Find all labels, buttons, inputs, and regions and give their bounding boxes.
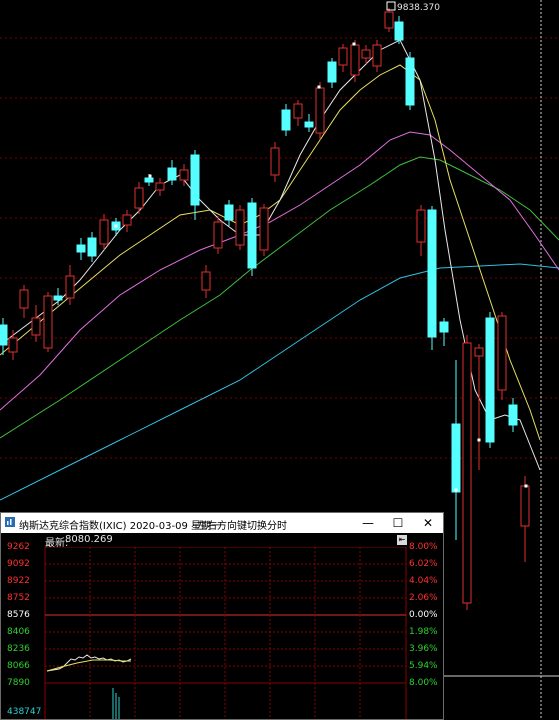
price-tick-label: 438747 <box>7 707 42 717</box>
percent-tick-label: 6.02% <box>409 559 438 569</box>
price-tick-label: 9092 <box>7 559 30 569</box>
event-marker <box>454 488 458 492</box>
percent-tick-label: 4.04% <box>409 576 438 586</box>
candle-body <box>439 321 449 333</box>
back-arrow-icon[interactable]: ⇤ <box>397 535 407 545</box>
latest-price-row: 最新: 8080.269 <box>1 533 443 549</box>
latest-value: 8080.269 <box>65 534 113 545</box>
ma60-line <box>0 263 559 501</box>
ma30-line <box>0 156 559 439</box>
candle-body <box>416 209 426 243</box>
event-marker <box>352 42 356 46</box>
candle-body <box>327 61 337 83</box>
candle-body <box>474 347 484 357</box>
percent-tick-label: 8.00% <box>409 678 438 688</box>
high-price-label: 9838.370 <box>397 3 440 13</box>
candle-body <box>315 87 325 134</box>
candle-body <box>350 44 360 76</box>
minimize-button[interactable]: — <box>353 513 383 533</box>
candle-body <box>497 315 507 391</box>
candle-body <box>451 423 461 493</box>
candle-body <box>259 207 269 251</box>
percent-tick-label: 2.06% <box>409 593 438 603</box>
candle-body <box>213 221 223 249</box>
price-tick-label: 8066 <box>7 661 30 671</box>
candle-body <box>0 324 8 346</box>
candle-body <box>65 275 75 299</box>
event-marker <box>524 484 528 488</box>
price-tick-label: 8576 <box>7 610 30 620</box>
candle-body <box>427 209 437 338</box>
price-tick-label: 8922 <box>7 576 30 586</box>
intraday-grid <box>44 547 407 719</box>
percent-tick-label: 3.96% <box>409 644 438 654</box>
price-tick-label: 8406 <box>7 627 30 637</box>
candle-body <box>122 214 132 226</box>
candle-body <box>87 237 97 257</box>
intraday-popup-window[interactable]: 纳斯达克综合指数(IXIC) 2020-03-09 星期一 左右方向键切换分时 … <box>0 512 444 720</box>
candle-body <box>144 177 154 183</box>
price-tick-label: 9262 <box>7 542 30 552</box>
candle-body <box>520 485 530 527</box>
popup-title: 纳斯达克综合指数(IXIC) 2020-03-09 星期一 <box>19 521 222 532</box>
maximize-button[interactable]: ☐ <box>383 513 413 533</box>
candle-body <box>394 21 404 41</box>
candle-body <box>99 219 109 245</box>
event-marker <box>114 224 118 228</box>
candle-body <box>76 244 86 253</box>
candle-body <box>338 47 348 66</box>
price-tick-label: 8236 <box>7 644 30 654</box>
candle-body <box>224 204 234 221</box>
high-marker-box <box>386 1 396 11</box>
candle-body <box>43 295 53 349</box>
candle-body <box>372 44 382 67</box>
candle-body <box>304 121 314 128</box>
candle-body <box>361 49 371 59</box>
volume-bars <box>112 688 120 719</box>
candle-body <box>201 271 211 291</box>
candle-body <box>8 337 18 353</box>
candle-body <box>155 182 165 191</box>
percent-tick-label: 8.00% <box>409 542 438 552</box>
percent-tick-label: 1.98% <box>409 627 438 637</box>
candle-body <box>508 404 518 426</box>
candle-body <box>53 295 63 301</box>
price-tick-label: 7890 <box>7 678 30 688</box>
candle-body <box>462 342 472 604</box>
candle-body <box>405 57 415 106</box>
candle-body <box>179 169 189 181</box>
candle-body <box>190 154 200 206</box>
candle-body <box>19 289 29 309</box>
candle-body <box>235 209 245 246</box>
candle-body <box>384 11 394 29</box>
candle-body <box>270 147 280 176</box>
chart-app-icon <box>5 517 15 527</box>
candle-body <box>281 109 291 131</box>
popup-titlebar[interactable]: 纳斯达克综合指数(IXIC) 2020-03-09 星期一 左右方向键切换分时 … <box>1 513 443 533</box>
popup-hint: 左右方向键切换分时 <box>197 521 287 532</box>
candle-body <box>485 317 495 443</box>
intraday-price-line <box>46 654 132 672</box>
candle-body <box>134 187 144 209</box>
event-marker <box>477 438 481 442</box>
intraday-chart: 9262 9092 8922 8752 8576 8406 8236 8066 7890 4387… <box>1 542 443 719</box>
candle-body <box>31 317 41 336</box>
event-marker <box>317 85 321 89</box>
candle-body <box>293 103 303 119</box>
candle-body <box>247 202 257 269</box>
price-tick-label: 8752 <box>7 593 30 603</box>
candle-body <box>167 167 177 181</box>
percent-tick-label: 0.00% <box>409 610 438 620</box>
close-button[interactable]: ✕ <box>413 513 443 533</box>
percent-tick-label: 5.94% <box>409 661 438 671</box>
event-marker <box>148 174 152 178</box>
